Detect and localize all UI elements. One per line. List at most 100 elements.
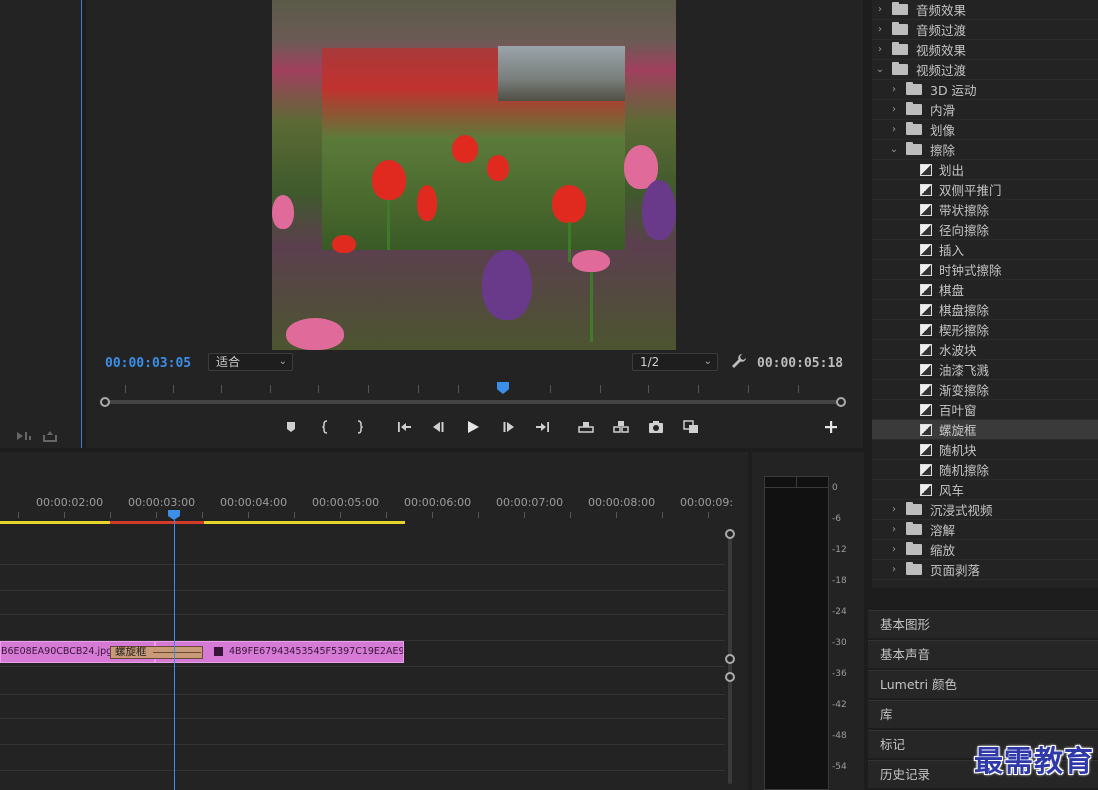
step-back-button[interactable] xyxy=(428,418,448,436)
tree-item-label: 水波块 xyxy=(939,343,977,358)
panel-libraries[interactable]: 库 xyxy=(868,700,1098,728)
monitor-time-ruler[interactable] xyxy=(100,382,846,394)
timeline-panel: 00:00:02:00 00:00:03:00 00:00:04:00 00:0… xyxy=(0,452,748,790)
comparison-view-button[interactable] xyxy=(681,418,701,436)
chevron-down-icon: ⌄ xyxy=(278,356,287,367)
step-forward-button[interactable] xyxy=(499,418,519,436)
effect-item[interactable]: 螺旋框 xyxy=(872,420,1098,440)
chevron-down-icon[interactable]: ⌄ xyxy=(888,144,900,155)
chevron-right-icon[interactable]: › xyxy=(888,124,900,135)
time-label: 00:00:05:00 xyxy=(312,496,380,509)
watermark: 最需教育 xyxy=(974,744,1095,778)
effect-item[interactable]: 楔形擦除 xyxy=(872,320,1098,340)
effect-item[interactable]: 渐变擦除 xyxy=(872,380,1098,400)
fit-select[interactable]: 适合 ⌄ xyxy=(208,353,293,371)
export-frame-button[interactable] xyxy=(646,418,666,436)
chevron-right-icon[interactable]: › xyxy=(888,104,900,115)
effect-item[interactable]: 随机块 xyxy=(872,440,1098,460)
effects-folder[interactable]: › 沉浸式视频 xyxy=(872,500,1098,520)
video-preview[interactable] xyxy=(272,0,676,350)
timeline-vertical-scrollbar[interactable] xyxy=(725,529,735,784)
chevron-right-icon[interactable]: › xyxy=(888,504,900,515)
folder-icon xyxy=(906,102,922,115)
transition-clip[interactable]: 螺旋框 xyxy=(110,646,203,659)
effect-item[interactable]: 油漆飞溅 xyxy=(872,360,1098,380)
lift-button[interactable] xyxy=(576,418,596,436)
tree-item-label: 双侧平推门 xyxy=(939,183,1002,198)
effects-folder[interactable]: › 视频效果 xyxy=(872,40,1098,60)
effect-item[interactable]: 划出 xyxy=(872,160,1098,180)
scrollbar-end-handle[interactable] xyxy=(836,397,846,407)
effects-folder[interactable]: ⌄ 视频过渡 xyxy=(872,60,1098,80)
effect-item[interactable]: 风车 xyxy=(872,480,1098,500)
step-back-icon xyxy=(433,422,444,432)
folder-icon xyxy=(906,122,922,135)
monitor-playhead[interactable] xyxy=(497,382,509,394)
db-label: -12 xyxy=(832,545,847,555)
extract-button[interactable] xyxy=(611,418,631,436)
chevron-right-icon[interactable]: › xyxy=(874,24,886,35)
go-to-out-button[interactable] xyxy=(533,418,553,436)
insert-icon[interactable] xyxy=(16,430,32,442)
effect-item[interactable]: 带状擦除 xyxy=(872,200,1098,220)
chevron-right-icon[interactable]: › xyxy=(874,4,886,15)
add-marker-button[interactable] xyxy=(281,418,301,436)
timeline-ruler[interactable]: 00:00:02:00 00:00:03:00 00:00:04:00 00:0… xyxy=(0,452,733,524)
effect-item[interactable]: 百叶窗 xyxy=(872,400,1098,420)
effect-item[interactable]: 时钟式擦除 xyxy=(872,260,1098,280)
duration-timecode: 00:00:05:18 xyxy=(757,356,844,371)
mark-out-button[interactable] xyxy=(349,418,369,436)
panel-lumetri-color[interactable]: Lumetri 颜色 xyxy=(868,670,1098,698)
chevron-down-icon[interactable]: ⌄ xyxy=(874,64,886,75)
effects-folder[interactable]: › 划像 xyxy=(872,120,1098,140)
fit-select-value: 适合 xyxy=(216,355,241,369)
folder-icon xyxy=(906,142,922,155)
wrench-icon[interactable] xyxy=(731,353,747,369)
effects-folder[interactable]: › 音频效果 xyxy=(872,0,1098,20)
overwrite-icon[interactable] xyxy=(42,430,58,442)
effects-folder[interactable]: › 溶解 xyxy=(872,520,1098,540)
effect-item[interactable]: 插入 xyxy=(872,240,1098,260)
chevron-right-icon[interactable]: › xyxy=(888,524,900,535)
effect-item[interactable]: 双侧平推门 xyxy=(872,180,1098,200)
effect-item[interactable]: 棋盘擦除 xyxy=(872,300,1098,320)
panel-essential-graphics[interactable]: 基本图形 xyxy=(868,610,1098,638)
chevron-right-icon[interactable]: › xyxy=(888,544,900,555)
effects-folder[interactable]: › 缩放 xyxy=(872,540,1098,560)
chevron-right-icon[interactable]: › xyxy=(888,564,900,575)
current-timecode[interactable]: 00:00:03:05 xyxy=(105,356,191,371)
play-button[interactable] xyxy=(463,418,483,436)
scrollbar-handle[interactable] xyxy=(725,529,735,539)
tree-item-label: 页面剥落 xyxy=(930,563,981,578)
effects-folder[interactable]: › 音频过渡 xyxy=(872,20,1098,40)
button-editor-add[interactable] xyxy=(821,418,841,436)
tree-item-label: 缩放 xyxy=(930,543,956,558)
go-to-in-icon xyxy=(398,422,411,432)
chevron-right-icon[interactable]: › xyxy=(888,84,900,95)
effect-item[interactable]: 径向擦除 xyxy=(872,220,1098,240)
effect-item[interactable]: 棋盘 xyxy=(872,280,1098,300)
mark-in-button[interactable] xyxy=(316,418,336,436)
effect-item[interactable]: 水波块 xyxy=(872,340,1098,360)
tree-item-label: 视频效果 xyxy=(916,43,967,58)
effects-panel: › 音频效果 › 音频过渡 › 视频效果 ⌄ 视频过渡 › 3D 运动 › 内滑 › 划像 ⌄ 擦除 划出 双侧平… xyxy=(872,0,1098,588)
tree-item-label: 百叶窗 xyxy=(939,403,977,418)
timeline-playhead[interactable] xyxy=(168,510,180,520)
effect-item[interactable]: 随机擦除 xyxy=(872,460,1098,480)
transition-icon xyxy=(920,303,932,316)
monitor-zoom-scrollbar[interactable] xyxy=(100,397,846,407)
tree-item-label: 螺旋框 xyxy=(939,423,977,438)
go-to-in-button[interactable] xyxy=(394,418,414,436)
scrollbar-handle[interactable] xyxy=(725,672,735,682)
effects-folder[interactable]: › 内滑 xyxy=(872,100,1098,120)
tree-item-label: 时钟式擦除 xyxy=(939,263,1002,278)
panel-essential-sound[interactable]: 基本声音 xyxy=(868,640,1098,668)
effects-folder[interactable]: › 页面剥落 xyxy=(872,560,1098,580)
scrollbar-handle[interactable] xyxy=(725,654,735,664)
scrollbar-start-handle[interactable] xyxy=(100,397,110,407)
resolution-select[interactable]: 1/2 ⌄ xyxy=(632,353,718,371)
transition-icon xyxy=(920,183,932,196)
effects-folder[interactable]: ⌄ 擦除 xyxy=(872,140,1098,160)
effects-folder[interactable]: › 3D 运动 xyxy=(872,80,1098,100)
chevron-right-icon[interactable]: › xyxy=(874,44,886,55)
